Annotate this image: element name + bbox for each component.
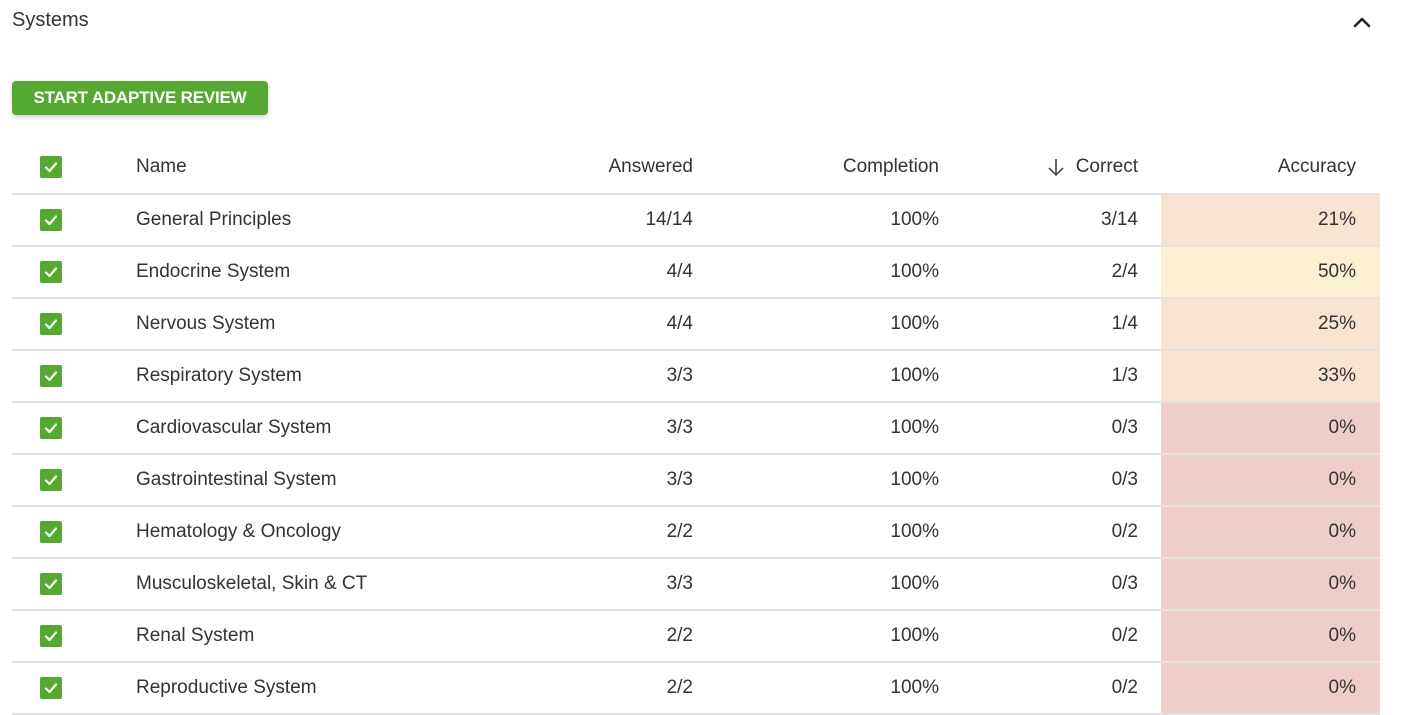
table-row: Musculoskeletal, Skin & CT 3/3 100% 0/3 0% bbox=[12, 559, 1380, 611]
row-answered: 2/2 bbox=[666, 521, 693, 542]
row-checkbox[interactable] bbox=[40, 559, 62, 609]
row-answered: 14/14 bbox=[645, 209, 693, 230]
row-checkbox[interactable] bbox=[40, 455, 62, 505]
row-correct: 3/14 bbox=[1101, 209, 1138, 230]
row-name[interactable]: Hematology & Oncology bbox=[136, 507, 341, 557]
row-checkbox[interactable] bbox=[40, 663, 62, 713]
row-name[interactable]: Reproductive System bbox=[136, 663, 317, 713]
collapse-button[interactable] bbox=[1348, 8, 1376, 36]
checkmark-icon bbox=[44, 475, 58, 486]
row-correct: 0/3 bbox=[1111, 573, 1138, 594]
row-checkbox[interactable] bbox=[40, 507, 62, 557]
row-completion: 100% bbox=[890, 677, 939, 698]
checkmark-icon bbox=[44, 371, 58, 382]
column-header-answered[interactable]: Answered bbox=[609, 140, 694, 193]
column-header-correct[interactable]: Correct bbox=[1046, 140, 1138, 193]
row-answered: 2/2 bbox=[666, 677, 693, 698]
checkmark-icon bbox=[44, 423, 58, 434]
column-header-accuracy[interactable]: Accuracy bbox=[1161, 140, 1380, 193]
row-completion: 100% bbox=[890, 365, 939, 386]
row-name[interactable]: General Principles bbox=[136, 195, 291, 245]
row-accuracy: 0% bbox=[1161, 455, 1380, 505]
row-accuracy: 21% bbox=[1161, 195, 1380, 245]
row-correct: 0/3 bbox=[1111, 469, 1138, 490]
row-completion: 100% bbox=[890, 469, 939, 490]
row-accuracy: 33% bbox=[1161, 351, 1380, 401]
table-row: Respiratory System 3/3 100% 1/3 33% bbox=[12, 351, 1380, 403]
row-correct: 0/3 bbox=[1111, 417, 1138, 438]
row-answered: 3/3 bbox=[666, 469, 693, 490]
row-name[interactable]: Renal System bbox=[136, 611, 254, 661]
row-name[interactable]: Cardiovascular System bbox=[136, 403, 331, 453]
checkmark-icon bbox=[44, 215, 58, 226]
row-completion: 100% bbox=[890, 261, 939, 282]
row-accuracy: 25% bbox=[1161, 299, 1380, 349]
row-accuracy: 0% bbox=[1161, 403, 1380, 453]
table-row: General Principles 14/14 100% 3/14 21% bbox=[12, 195, 1380, 247]
table-header: Name Answered Completion Correct Accurac… bbox=[12, 140, 1380, 195]
row-completion: 100% bbox=[890, 625, 939, 646]
row-checkbox[interactable] bbox=[40, 611, 62, 661]
checkmark-icon bbox=[44, 683, 58, 694]
row-accuracy: 0% bbox=[1161, 663, 1380, 713]
checkmark-icon bbox=[44, 267, 58, 278]
arrow-down-icon bbox=[1046, 156, 1066, 178]
row-name[interactable]: Nervous System bbox=[136, 299, 275, 349]
row-correct: 0/2 bbox=[1111, 521, 1138, 542]
row-accuracy: 50% bbox=[1161, 247, 1380, 297]
checkmark-icon bbox=[44, 631, 58, 642]
table-row: Endocrine System 4/4 100% 2/4 50% bbox=[12, 247, 1380, 299]
row-completion: 100% bbox=[890, 573, 939, 594]
row-accuracy: 0% bbox=[1161, 507, 1380, 557]
row-name[interactable]: Respiratory System bbox=[136, 351, 302, 401]
checkmark-icon bbox=[44, 527, 58, 538]
row-correct: 0/2 bbox=[1111, 677, 1138, 698]
row-answered: 3/3 bbox=[666, 573, 693, 594]
row-accuracy: 0% bbox=[1161, 611, 1380, 661]
row-completion: 100% bbox=[890, 521, 939, 542]
checkmark-icon bbox=[44, 579, 58, 590]
table-row: Cardiovascular System 3/3 100% 0/3 0% bbox=[12, 403, 1380, 455]
chevron-up-icon bbox=[1353, 17, 1371, 28]
row-accuracy: 0% bbox=[1161, 559, 1380, 609]
column-header-completion[interactable]: Completion bbox=[843, 140, 939, 193]
table-row: Reproductive System 2/2 100% 0/2 0% bbox=[12, 663, 1380, 715]
row-completion: 100% bbox=[890, 209, 939, 230]
row-checkbox[interactable] bbox=[40, 195, 62, 245]
row-correct: 1/4 bbox=[1111, 313, 1138, 334]
row-checkbox[interactable] bbox=[40, 351, 62, 401]
column-header-name[interactable]: Name bbox=[136, 140, 187, 193]
checkmark-icon bbox=[44, 161, 58, 172]
row-checkbox[interactable] bbox=[40, 247, 62, 297]
row-completion: 100% bbox=[890, 313, 939, 334]
row-answered: 4/4 bbox=[666, 313, 693, 334]
table-row: Nervous System 4/4 100% 1/4 25% bbox=[12, 299, 1380, 351]
row-checkbox[interactable] bbox=[40, 403, 62, 453]
row-name[interactable]: Gastrointestinal System bbox=[136, 455, 337, 505]
start-adaptive-review-button[interactable]: START ADAPTIVE REVIEW bbox=[12, 81, 268, 115]
row-answered: 4/4 bbox=[666, 261, 693, 282]
row-name[interactable]: Endocrine System bbox=[136, 247, 290, 297]
column-header-correct-label: Correct bbox=[1075, 155, 1138, 177]
row-answered: 3/3 bbox=[666, 365, 693, 386]
section-title: Systems bbox=[12, 9, 89, 31]
row-answered: 2/2 bbox=[666, 625, 693, 646]
row-name[interactable]: Musculoskeletal, Skin & CT bbox=[136, 559, 367, 609]
table-row: Renal System 2/2 100% 0/2 0% bbox=[12, 611, 1380, 663]
table-row: Gastrointestinal System 3/3 100% 0/3 0% bbox=[12, 455, 1380, 507]
select-all-checkbox[interactable] bbox=[40, 140, 62, 193]
row-answered: 3/3 bbox=[666, 417, 693, 438]
row-correct: 1/3 bbox=[1111, 365, 1138, 386]
checkmark-icon bbox=[44, 319, 58, 330]
row-checkbox[interactable] bbox=[40, 299, 62, 349]
row-completion: 100% bbox=[890, 417, 939, 438]
row-correct: 2/4 bbox=[1111, 261, 1138, 282]
row-correct: 0/2 bbox=[1111, 625, 1138, 646]
systems-table: Name Answered Completion Correct Accurac… bbox=[12, 140, 1380, 715]
table-row: Hematology & Oncology 2/2 100% 0/2 0% bbox=[12, 507, 1380, 559]
